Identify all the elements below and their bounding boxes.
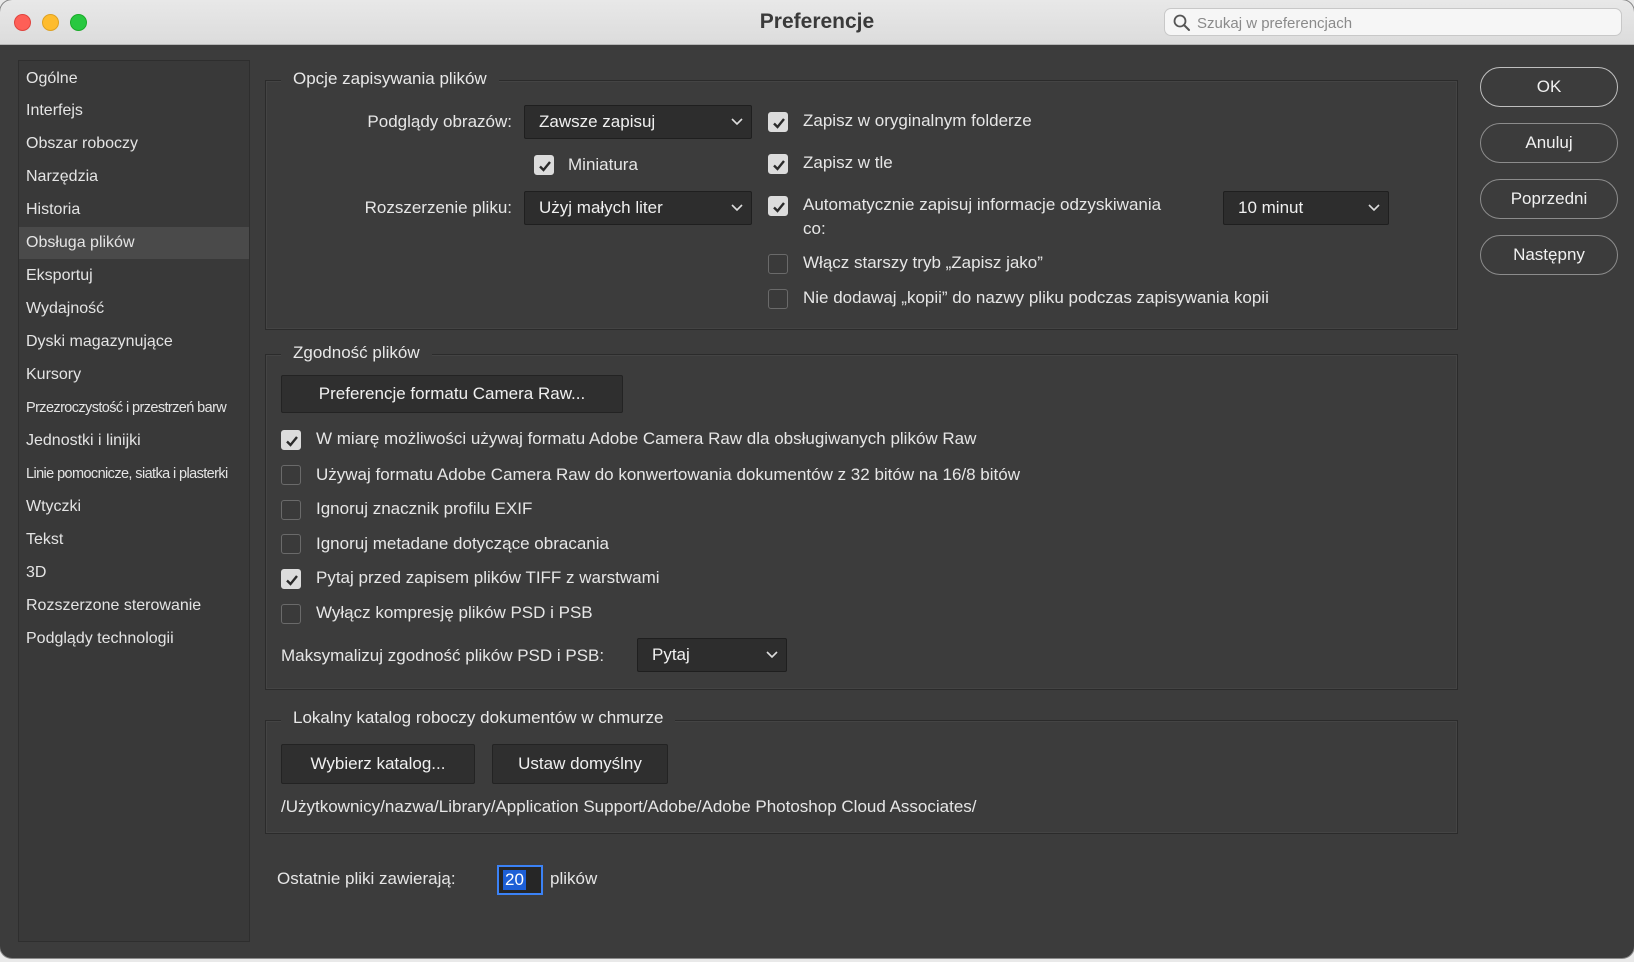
image-previews-label: Podglądy obrazów: xyxy=(367,112,512,131)
sidebar-item-interface[interactable]: Interfejs xyxy=(19,95,249,127)
auto-save-interval-value: 10 minut xyxy=(1238,198,1304,217)
maximize-compatibility-value: Pytaj xyxy=(652,645,690,664)
sidebar-item-type[interactable]: Tekst xyxy=(19,524,249,556)
save-in-background-checkbox[interactable] xyxy=(768,154,788,174)
auto-save-recovery-label-line2: co: xyxy=(803,219,826,238)
search-field[interactable] xyxy=(1164,8,1622,36)
file-compatibility-legend: Zgodność plików xyxy=(281,343,432,363)
ignore-exif-label: Ignoruj znacznik profilu EXIF xyxy=(316,499,533,518)
sidebar-item-file-handling[interactable]: Obsługa plików xyxy=(19,227,249,259)
image-previews-value: Zawsze zapisuj xyxy=(539,112,656,131)
thumbnail-checkbox[interactable] xyxy=(534,155,554,175)
checkmark-icon xyxy=(286,575,298,586)
cancel-button[interactable]: Anuluj xyxy=(1480,123,1618,163)
chevron-down-icon xyxy=(766,651,778,659)
preferences-window: Preferencje Ogólne Interfejs Obszar robo… xyxy=(0,0,1634,958)
ask-tiff-layers-checkbox[interactable] xyxy=(281,569,301,589)
sidebar-item-workspace[interactable]: Obszar roboczy xyxy=(19,128,249,160)
minimize-window-button[interactable] xyxy=(42,14,59,31)
cloud-directory-path: /Użytkownicy/nazwa/Library/Application S… xyxy=(281,797,977,816)
title-bar: Preferencje xyxy=(0,0,1634,45)
sidebar-item-guides[interactable]: Linie pomocnicze, siatka i plasterki xyxy=(19,458,249,490)
disable-psd-compression-label: Wyłącz kompresję plików PSD i PSB xyxy=(316,603,593,622)
recent-files-input[interactable]: 20 xyxy=(497,865,543,895)
use-camera-raw-checkbox[interactable] xyxy=(281,430,301,450)
sidebar-item-technology-previews[interactable]: Podglądy technologii xyxy=(19,623,249,655)
save-in-original-folder-checkbox[interactable] xyxy=(768,112,788,132)
choose-directory-button[interactable]: Wybierz katalog... xyxy=(281,744,475,784)
cloud-directory-legend: Lokalny katalog roboczy dokumentów w chm… xyxy=(281,708,676,728)
sidebar-item-units[interactable]: Jednostki i linijki xyxy=(19,425,249,457)
checkmark-icon xyxy=(773,118,785,129)
ask-tiff-layers-label: Pytaj przed zapisem plików TIFF z warstw… xyxy=(316,568,660,587)
file-extension-value: Użyj małych liter xyxy=(539,198,663,217)
file-extension-select[interactable]: Użyj małych liter xyxy=(524,191,752,225)
image-previews-select[interactable]: Zawsze zapisuj xyxy=(524,105,752,139)
recent-files-value: 20 xyxy=(503,870,526,890)
previous-button[interactable]: Poprzedni xyxy=(1480,179,1618,219)
no-copy-suffix-checkbox[interactable] xyxy=(768,289,788,309)
checkmark-icon xyxy=(773,202,785,213)
maximize-compatibility-select[interactable]: Pytaj xyxy=(637,638,787,672)
checkmark-icon xyxy=(286,436,298,447)
ignore-rotation-label: Ignoruj metadane dotyczące obracania xyxy=(316,534,609,553)
no-copy-suffix-label: Nie dodawaj „kopii” do nazwy pliku podcz… xyxy=(803,288,1269,307)
file-extension-label: Rozszerzenie pliku: xyxy=(364,198,512,217)
sidebar-item-enhanced-controls[interactable]: Rozszerzone sterowanie xyxy=(19,590,249,622)
sidebar-item-performance[interactable]: Wydajność xyxy=(19,293,249,325)
set-default-button[interactable]: Ustaw domyślny xyxy=(492,744,668,784)
ignore-rotation-checkbox[interactable] xyxy=(281,534,301,554)
chevron-down-icon xyxy=(731,204,743,212)
sidebar-item-export[interactable]: Eksportuj xyxy=(19,260,249,292)
camera-raw-convert-checkbox[interactable] xyxy=(281,465,301,485)
disable-psd-compression-checkbox[interactable] xyxy=(281,604,301,624)
sidebar-item-tools[interactable]: Narzędzia xyxy=(19,161,249,193)
auto-save-recovery-label: Automatycznie zapisuj informacje odzyski… xyxy=(803,195,1162,214)
recent-files-label: Ostatnie pliki zawierają: xyxy=(277,869,456,888)
auto-save-recovery-checkbox[interactable] xyxy=(768,196,788,216)
search-icon xyxy=(1173,14,1190,31)
legacy-save-as-label: Włącz starszy tryb „Zapisz jako” xyxy=(803,253,1043,272)
ok-button[interactable]: OK xyxy=(1480,67,1618,107)
thumbnail-label: Miniatura xyxy=(568,155,638,174)
maximize-compatibility-label: Maksymalizuj zgodność plików PSD i PSB: xyxy=(281,646,605,665)
camera-raw-convert-label: Używaj formatu Adobe Camera Raw do konwe… xyxy=(316,465,1020,484)
checkmark-icon xyxy=(539,161,551,172)
sidebar-item-general[interactable]: Ogólne xyxy=(19,63,249,95)
file-saving-legend: Opcje zapisywania plików xyxy=(281,69,499,89)
checkmark-icon xyxy=(773,160,785,171)
zoom-window-button[interactable] xyxy=(70,14,87,31)
sidebar-item-scratch-disks[interactable]: Dyski magazynujące xyxy=(19,326,249,358)
ignore-exif-checkbox[interactable] xyxy=(281,500,301,520)
recent-files-unit: plików xyxy=(550,869,598,888)
camera-raw-preferences-button[interactable]: Preferencje formatu Camera Raw... xyxy=(281,375,623,413)
use-camera-raw-label: W miarę możliwości używaj formatu Adobe … xyxy=(316,429,977,448)
category-sidebar: Ogólne Interfejs Obszar roboczy Narzędzi… xyxy=(18,60,250,942)
next-button[interactable]: Następny xyxy=(1480,235,1618,275)
close-window-button[interactable] xyxy=(14,14,31,31)
auto-save-interval-select[interactable]: 10 minut xyxy=(1223,191,1389,225)
save-in-original-folder-label: Zapisz w oryginalnym folderze xyxy=(803,111,1032,130)
sidebar-item-cursors[interactable]: Kursory xyxy=(19,359,249,391)
sidebar-item-transparency[interactable]: Przezroczystość i przestrzeń barw xyxy=(19,392,249,424)
save-in-background-label: Zapisz w tle xyxy=(803,153,893,172)
sidebar-item-history[interactable]: Historia xyxy=(19,194,249,226)
sidebar-item-plugins[interactable]: Wtyczki xyxy=(19,491,249,523)
chevron-down-icon xyxy=(731,118,743,126)
search-input[interactable] xyxy=(1195,11,1619,35)
legacy-save-as-checkbox[interactable] xyxy=(768,254,788,274)
sidebar-item-3d[interactable]: 3D xyxy=(19,557,249,589)
chevron-down-icon xyxy=(1368,204,1380,212)
